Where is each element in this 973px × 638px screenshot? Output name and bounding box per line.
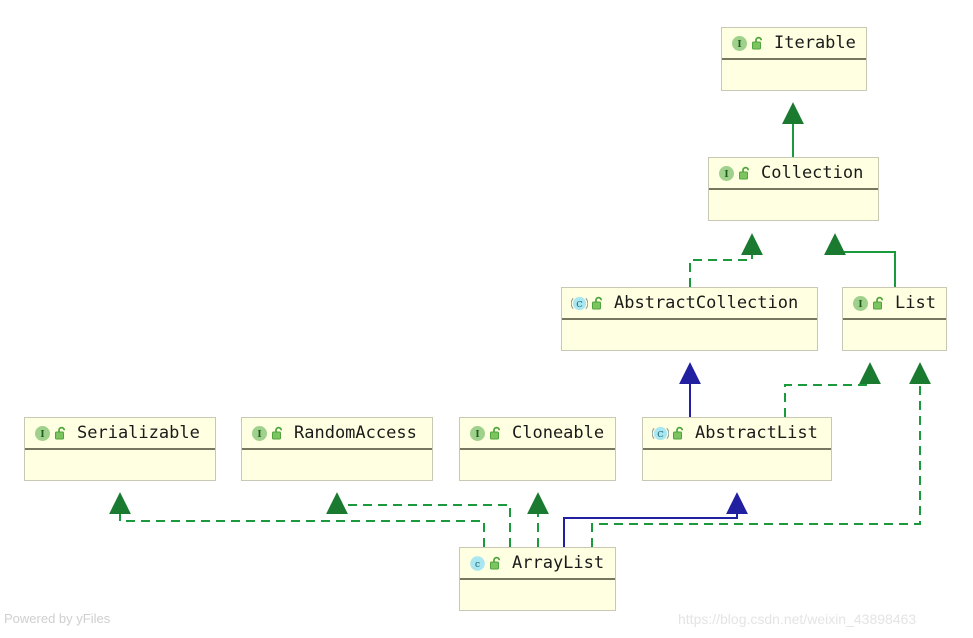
svg-text:C: C: [657, 430, 664, 440]
uml-node-title: AbstractCollection: [614, 292, 799, 313]
class-circle-icon: C: [571, 295, 588, 312]
yfiles-watermark: Powered by yFiles: [4, 611, 111, 626]
blog-url-watermark: https://blog.csdn.net/weixin_43898463: [678, 611, 917, 627]
svg-text:I: I: [724, 170, 728, 180]
uml-node-abstractcollection[interactable]: C AbstractCollection: [561, 287, 818, 351]
edge-arraylist-implements-randomaccess: [326, 492, 511, 547]
uml-node-title: Iterable: [774, 32, 856, 53]
public-unlocked-padlock-icon: [591, 296, 605, 311]
interface-circle-icon: I: [852, 295, 869, 312]
uml-node-header: I Cloneable: [460, 418, 615, 450]
edge-abstractlist-implements-list: [784, 362, 881, 417]
public-unlocked-padlock-icon: [672, 426, 686, 441]
interface-circle-icon: I: [34, 425, 51, 442]
uml-node-title: AbstractList: [695, 422, 818, 443]
uml-node-members: [643, 450, 831, 480]
public-unlocked-padlock-icon: [738, 166, 752, 181]
uml-node-members: [562, 320, 817, 350]
uml-node-header: I Iterable: [722, 28, 866, 60]
uml-node-randomaccess[interactable]: I RandomAccess: [241, 417, 433, 481]
uml-node-arraylist[interactable]: c ArrayList: [459, 547, 616, 611]
edge-abstractcollection-implements-collection: [689, 233, 763, 287]
uml-node-title: List: [895, 292, 936, 313]
interface-circle-icon: I: [251, 425, 268, 442]
class-circle-icon: C: [652, 425, 669, 442]
svg-text:I: I: [257, 430, 261, 440]
uml-node-members: [25, 450, 215, 480]
uml-node-title: ArrayList: [512, 552, 605, 573]
public-unlocked-padlock-icon: [489, 556, 503, 571]
uml-node-abstractlist[interactable]: C AbstractList: [642, 417, 832, 481]
svg-text:I: I: [737, 40, 741, 50]
uml-node-header: I RandomAccess: [242, 418, 432, 450]
uml-node-title: Cloneable: [512, 422, 605, 443]
uml-node-header: c ArrayList: [460, 548, 615, 580]
uml-node-cloneable[interactable]: I Cloneable: [459, 417, 616, 481]
uml-node-header: I Serializable: [25, 418, 215, 450]
uml-node-members: [460, 450, 615, 480]
uml-node-header: C AbstractCollection: [562, 288, 817, 320]
class-circle-icon: c: [469, 555, 486, 572]
uml-node-header: I Collection: [709, 158, 878, 190]
svg-text:C: C: [576, 300, 583, 310]
uml-class-diagram: I Iterable I Collection C AbstractCollec…: [0, 0, 973, 638]
interface-circle-icon: I: [469, 425, 486, 442]
svg-text:I: I: [475, 430, 479, 440]
uml-node-collection[interactable]: I Collection: [708, 157, 879, 221]
uml-node-members: [242, 450, 432, 480]
edge-layer: [109, 102, 931, 547]
public-unlocked-padlock-icon: [271, 426, 285, 441]
uml-node-members: [843, 320, 946, 350]
interface-circle-icon: I: [731, 35, 748, 52]
uml-node-iterable[interactable]: I Iterable: [721, 27, 867, 91]
svg-text:c: c: [475, 560, 480, 570]
uml-node-title: Collection: [761, 162, 864, 183]
uml-node-serializable[interactable]: I Serializable: [24, 417, 216, 481]
svg-text:I: I: [40, 430, 44, 440]
public-unlocked-padlock-icon: [751, 36, 765, 51]
uml-node-title: Serializable: [77, 422, 200, 443]
public-unlocked-padlock-icon: [872, 296, 886, 311]
edge-arraylist-extends-abstractlist: [563, 492, 748, 547]
uml-node-header: C AbstractList: [643, 418, 831, 450]
interface-circle-icon: I: [718, 165, 735, 182]
uml-node-title: RandomAccess: [294, 422, 417, 443]
public-unlocked-padlock-icon: [489, 426, 503, 441]
public-unlocked-padlock-icon: [54, 426, 68, 441]
uml-node-header: I List: [843, 288, 946, 320]
uml-node-members: [709, 190, 878, 220]
edge-arraylist-implements-serializable: [109, 492, 485, 547]
uml-node-members: [460, 580, 615, 610]
uml-node-list[interactable]: I List: [842, 287, 947, 351]
svg-text:I: I: [858, 300, 862, 310]
edge-list-extends-collection: [824, 233, 896, 287]
uml-node-members: [722, 60, 866, 90]
